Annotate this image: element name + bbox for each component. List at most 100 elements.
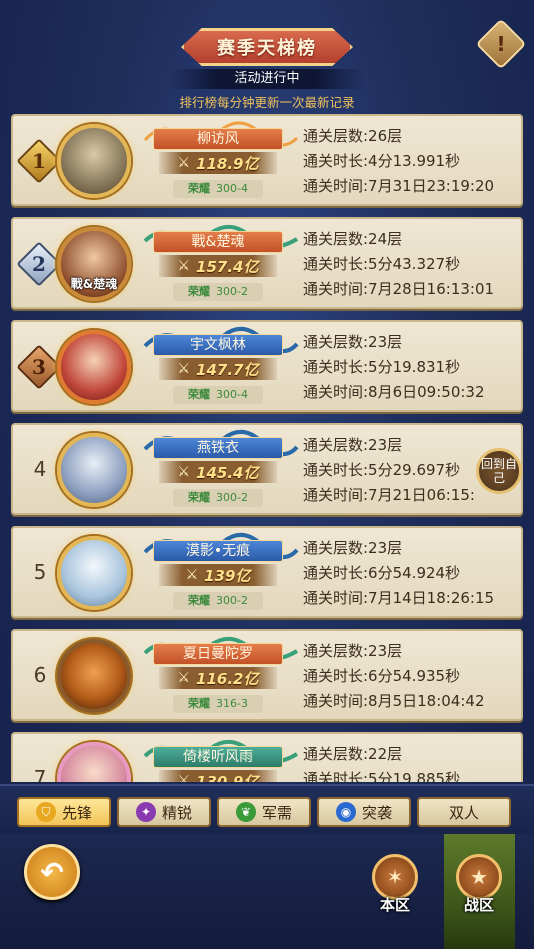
back-to-self-button[interactable]: 回到自己 [476, 448, 522, 494]
page-title: 赛季天梯榜 [217, 38, 317, 59]
player-name: 柳访风 [153, 128, 283, 150]
floors-cleared: 通关层数:23层 [303, 333, 403, 351]
rank-entry-7[interactable]: 7 倚楼听风雨 ⚔ 130.9亿 通关层数:22层 通关时长:5分19.885秒 [11, 732, 523, 782]
honor-tag: 荣耀 300-2 [173, 489, 263, 507]
back-button[interactable]: ↶ [24, 844, 80, 900]
honor-tag: 荣耀 300-2 [173, 283, 263, 301]
crossed-swords-icon: ⚔ [185, 567, 199, 583]
player-name: 漠影•无痕 [153, 540, 283, 562]
clear-duration: 通关时长:6分54.924秒 [303, 564, 461, 582]
combat-power: ⚔ 139亿 [159, 564, 277, 586]
combat-power: ⚔ 116.2亿 [159, 667, 277, 689]
clear-duration: 通关时长:6分54.935秒 [303, 667, 461, 685]
tab-vanguard[interactable]: ⛉ 先锋 [17, 797, 111, 827]
clear-duration: 通关时长:5分19.831秒 [303, 358, 461, 376]
crossed-swords-icon: ⚔ [177, 773, 191, 782]
honor-value: 300-2 [216, 285, 248, 298]
honor-tag: 荣耀 316-3 [173, 695, 263, 713]
exclamation-icon: ! [496, 32, 506, 56]
clear-time: 通关时间:7月14日18:26:15 [303, 589, 495, 607]
avatar[interactable] [57, 124, 131, 198]
tab-duo[interactable]: 双人 [417, 797, 511, 827]
bronze-rank-badge-icon: 3 [16, 344, 62, 390]
shield-icon: ⛉ [35, 802, 56, 822]
category-tab-bar: ⛉ 先锋 ✦ 精锐 ❦ 军需 ◉ 突袭 双人 [0, 784, 534, 834]
ladder-screen: 赛季天梯榜 活动进行中 排行榜每分钟更新一次最新记录 ! 1 柳访风 ⚔ 118… [0, 0, 534, 949]
event-status: 活动进行中 [170, 69, 364, 89]
rank-entry-3[interactable]: 3 宇文枫林 ⚔ 147.7亿 荣耀 300-4 通关层数:23层 通关时长:5分… [11, 320, 523, 412]
tab-label: 双人 [448, 803, 479, 822]
avatar-name-tag: 戰&楚魂 [70, 277, 118, 291]
player-name: 倚楼听风雨 [153, 746, 283, 768]
rank-entry-2[interactable]: 2 戰&楚魂 戰&楚魂 ⚔ 157.4亿 荣耀 300-2 通关层数:24层 通关… [11, 217, 523, 309]
honor-label: 荣耀 [188, 491, 211, 504]
tab-elite[interactable]: ✦ 精锐 [117, 797, 211, 827]
clear-stats: 通关层数:23层 通关时长:5分19.831秒 通关时间:8月6日09:50:3… [303, 330, 519, 405]
tab-label: 精锐 [161, 803, 192, 822]
title-plate: 赛季天梯榜 [181, 28, 353, 66]
player-name: 燕铁衣 [153, 437, 283, 459]
floors-cleared: 通关层数:26层 [303, 127, 403, 145]
power-value: 116.2亿 [196, 669, 259, 688]
power-value: 139亿 [204, 566, 251, 585]
avatar[interactable] [57, 433, 131, 507]
clear-stats: 通关层数:23层 通关时长:6分54.924秒 通关时间:7月14日18:26:… [303, 536, 519, 611]
clear-duration: 通关时长:5分19.885秒 [303, 770, 461, 782]
tab-label: 先锋 [61, 803, 92, 822]
crossed-swords-icon: ⚔ [177, 155, 191, 171]
bottom-bar: ↶ ✶ 本区 ★ 战区 [0, 834, 534, 949]
crossed-swords-icon: ⚔ [177, 464, 191, 480]
honor-tag: 荣耀 300-4 [173, 386, 263, 404]
power-value: 145.4亿 [196, 463, 259, 482]
honor-label: 荣耀 [188, 182, 211, 195]
avatar[interactable] [57, 536, 131, 610]
rank-entry-5[interactable]: 5 漠影•无痕 ⚔ 139亿 荣耀 300-2 通关层数:23层 通关时长:6分5… [11, 526, 523, 618]
clear-time: 通关时间:7月31日23:19:20 [303, 177, 495, 195]
info-button[interactable]: ! [475, 18, 527, 70]
tab-raid[interactable]: ◉ 突袭 [317, 797, 411, 827]
power-value: 147.7亿 [196, 360, 259, 379]
tab-label: 军需 [261, 803, 292, 822]
rank-entry-6[interactable]: 6 夏日曼陀罗 ⚔ 116.2亿 荣耀 316-3 通关层数:23层 通关时长:6… [11, 629, 523, 721]
clear-duration: 通关时长:4分13.991秒 [303, 152, 461, 170]
tab-supplies[interactable]: ❦ 军需 [217, 797, 311, 827]
player-name: 戰&楚魂 [153, 231, 283, 253]
rank-list[interactable]: 1 柳访风 ⚔ 118.9亿 荣耀 300-4 通关层数:26层 通关时长:4分1… [0, 112, 534, 782]
update-note: 排行榜每分钟更新一次最新记录 [179, 95, 355, 110]
clear-stats: 通关层数:24层 通关时长:5分43.327秒 通关时间:7月28日16:13:… [303, 227, 519, 302]
gold-rank-badge-icon: 1 [16, 138, 62, 184]
rank-entry-4[interactable]: 4 燕铁衣 ⚔ 145.4亿 荣耀 300-2 通关层数:23层 通关时长:5分2… [11, 423, 523, 515]
power-value: 118.9亿 [196, 154, 259, 173]
clear-stats: 通关层数:23层 通关时长:6分54.935秒 通关时间:8月5日18:04:4… [303, 639, 519, 714]
combat-power: ⚔ 145.4亿 [159, 461, 277, 483]
rank-entry-1[interactable]: 1 柳访风 ⚔ 118.9亿 荣耀 300-4 通关层数:26层 通关时长:4分1… [11, 114, 523, 206]
tab-label: 战区 [463, 896, 494, 914]
rank-number: 6 [33, 663, 47, 687]
swirl-icon: ✦ [135, 802, 156, 822]
rank-number: 7 [33, 766, 47, 782]
tab-war-zone[interactable]: ★ 战区 [454, 854, 504, 926]
power-value: 157.4亿 [196, 257, 259, 276]
avatar[interactable] [57, 742, 131, 782]
honor-label: 荣耀 [188, 594, 211, 607]
honor-tag: 荣耀 300-4 [173, 180, 263, 198]
clear-duration: 通关时长:5分43.327秒 [303, 255, 461, 273]
floors-cleared: 通关层数:24层 [303, 230, 403, 248]
clear-time: 通关时间:8月6日09:50:32 [303, 383, 485, 401]
tab-label: 突袭 [361, 803, 392, 822]
clear-stats: 通关层数:22层 通关时长:5分19.885秒 [303, 742, 519, 782]
crossed-swords-icon: ⚔ [177, 361, 191, 377]
floors-cleared: 通关层数:23层 [303, 642, 403, 660]
honor-label: 荣耀 [188, 697, 211, 710]
honor-value: 300-4 [216, 182, 248, 195]
clear-stats: 通关层数:26层 通关时长:4分13.991秒 通关时间:7月31日23:19:… [303, 124, 519, 199]
tab-local-server[interactable]: ✶ 本区 [370, 854, 420, 926]
avatar[interactable] [57, 639, 131, 713]
silver-rank-badge-icon: 2 [16, 241, 62, 287]
crossed-swords-icon: ⚔ [177, 258, 191, 274]
tab-label: 本区 [379, 896, 410, 914]
avatar[interactable] [57, 330, 131, 404]
honor-value: 300-2 [216, 491, 248, 504]
combat-power: ⚔ 157.4亿 [159, 255, 277, 277]
honor-tag: 荣耀 300-2 [173, 592, 263, 610]
